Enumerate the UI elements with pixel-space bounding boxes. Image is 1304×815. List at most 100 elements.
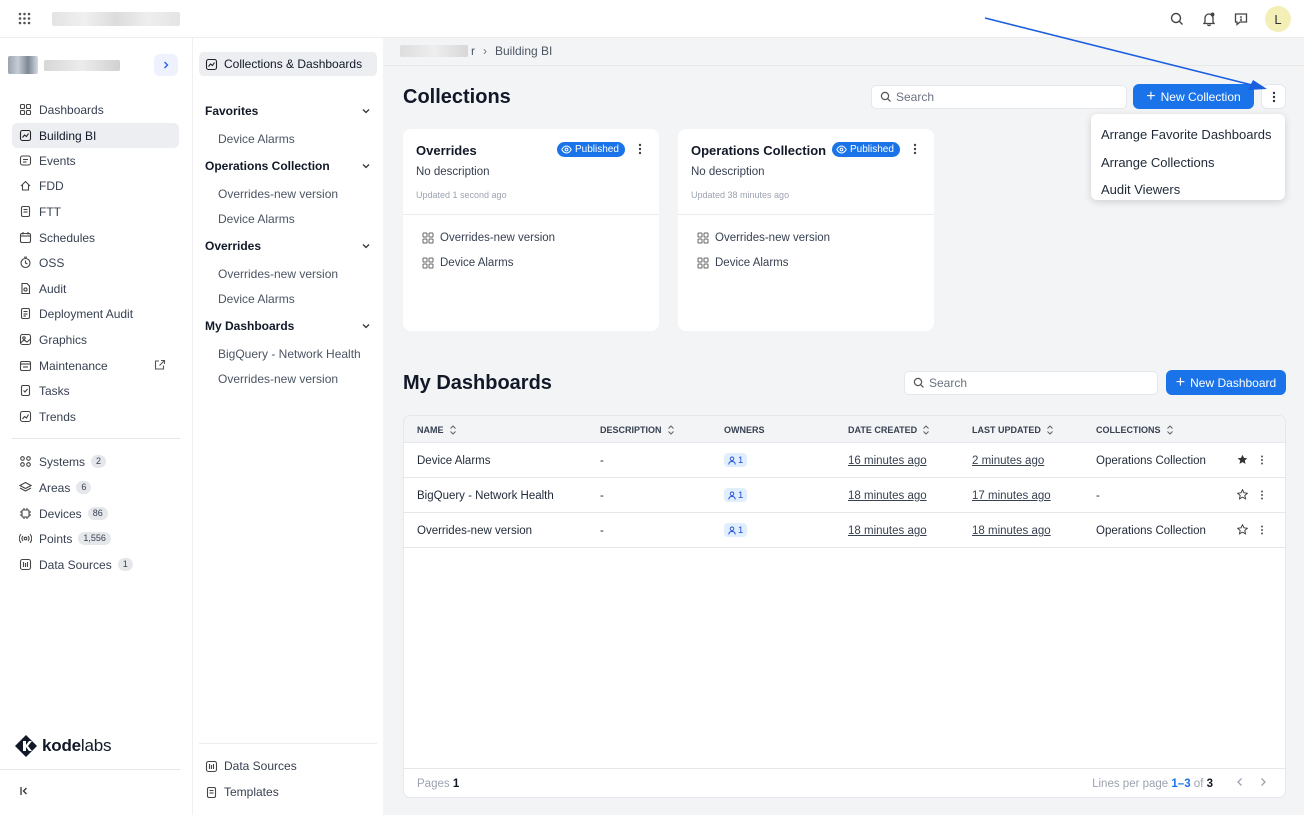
sort-icon[interactable] [1166, 425, 1174, 435]
chevron-down-icon[interactable] [361, 321, 371, 331]
menu-item-arrange-collections[interactable]: Arrange Collections [1091, 149, 1285, 177]
collapse-sidebar-icon[interactable] [18, 785, 30, 797]
panel-link-data-sources[interactable]: Data Sources [205, 759, 297, 773]
owners-badge[interactable]: 1 [724, 523, 748, 537]
card-kebab-menu-icon[interactable] [638, 143, 642, 155]
cell-date-created[interactable]: 18 minutes ago [848, 490, 927, 502]
column-header-description[interactable]: DESCRIPTION [600, 425, 675, 435]
cell-last-updated[interactable]: 2 minutes ago [972, 455, 1044, 467]
sort-icon[interactable] [1046, 425, 1054, 435]
breadcrumb-parent[interactable]: r [471, 44, 475, 58]
sort-icon[interactable] [449, 425, 457, 435]
cell-name[interactable]: Device Alarms [417, 455, 491, 467]
card-kebab-menu-icon[interactable] [913, 143, 917, 155]
chevron-right-icon[interactable] [154, 54, 178, 76]
column-header-last-updated[interactable]: LAST UPDATED [972, 425, 1054, 435]
sidebar-item-maintenance[interactable]: Maintenance [12, 353, 179, 378]
sidebar-item-ftt[interactable]: FTT [12, 199, 179, 224]
sidebar-item-areas[interactable]: Areas 6 [12, 475, 179, 500]
cell-date-created[interactable]: 18 minutes ago [848, 525, 927, 537]
star-filled-icon[interactable] [1237, 454, 1248, 465]
collection-card[interactable]: Operations Collection Published No descr… [678, 129, 934, 331]
sidebar-item-events[interactable]: Events [12, 148, 179, 173]
app-title-redacted [52, 12, 180, 26]
menu-item-arrange-favorite-dashboards[interactable]: Arrange Favorite Dashboards [1091, 121, 1285, 149]
menu-item-audit-viewers[interactable]: Audit Viewers [1091, 176, 1285, 204]
cell-date-created[interactable]: 16 minutes ago [848, 455, 927, 467]
sidebar-item-tasks[interactable]: Tasks [12, 378, 179, 403]
column-header-name[interactable]: NAME [417, 425, 457, 435]
panel-item-bigquery-network-health[interactable]: BigQuery - Network Health [218, 347, 361, 361]
dashboards-search[interactable] [904, 371, 1158, 395]
new-dashboard-button[interactable]: + New Dashboard [1166, 370, 1286, 395]
cell-name[interactable]: BigQuery - Network Health [417, 490, 554, 502]
section-overrides[interactable]: Overrides [205, 236, 371, 256]
row-kebab-menu-icon[interactable] [1260, 525, 1264, 535]
app-grid-icon[interactable] [18, 12, 31, 25]
search-icon[interactable] [1169, 11, 1185, 27]
sidebar-item-graphics[interactable]: Graphics [12, 327, 179, 352]
user-avatar[interactable]: L [1265, 6, 1291, 32]
chevron-left-icon[interactable] [1236, 777, 1244, 787]
sidebar-item-building-bi[interactable]: Building BI [12, 123, 179, 148]
panel-item-device-alarms[interactable]: Device Alarms [218, 292, 295, 306]
star-outline-icon[interactable] [1237, 489, 1248, 500]
panel-item-device-alarms[interactable]: Device Alarms [218, 212, 295, 226]
notification-bell-icon[interactable] [1201, 11, 1217, 27]
organization-logo-redacted [8, 56, 38, 74]
panel-item-device-alarms[interactable]: Device Alarms [218, 132, 295, 146]
sidebar-item-deployment-audit[interactable]: Deployment Audit [12, 301, 179, 326]
sidebar-item-audit[interactable]: Audit [12, 276, 179, 301]
star-outline-icon[interactable] [1237, 524, 1248, 535]
sort-icon[interactable] [667, 425, 675, 435]
collection-dashboard-item[interactable]: Device Alarms [422, 257, 514, 269]
sidebar-item-points[interactable]: Points 1,556 [12, 526, 179, 551]
panel-item-overrides-new-version[interactable]: Overrides-new version [218, 372, 338, 386]
section-operations-collection[interactable]: Operations Collection [205, 156, 371, 176]
sidebar-item-systems[interactable]: Systems 2 [12, 449, 179, 474]
external-link-icon[interactable] [154, 359, 166, 371]
sidebar-item-data-sources[interactable]: Data Sources 1 [12, 552, 179, 577]
panel-link-templates[interactable]: Templates [205, 785, 279, 799]
owners-badge[interactable]: 1 [724, 453, 748, 467]
cell-last-updated[interactable]: 17 minutes ago [972, 490, 1051, 502]
lines-per-page[interactable]: Lines per page 1–3 of 3 [1092, 778, 1213, 790]
collections-search-input[interactable] [896, 90, 1096, 104]
table-row[interactable]: Device Alarms - 1 16 minutes ago 2 minut… [404, 443, 1285, 478]
cell-name[interactable]: Overrides-new version [417, 525, 532, 537]
collection-dashboard-item[interactable]: Overrides-new version [697, 232, 830, 244]
more-options-button[interactable] [1261, 84, 1286, 109]
sidebar-item-schedules[interactable]: Schedules [12, 225, 179, 250]
sidebar-item-devices[interactable]: Devices 86 [12, 501, 179, 526]
sidebar-item-dashboards[interactable]: Dashboards [12, 97, 179, 122]
sidebar-item-trends[interactable]: Trends [12, 404, 179, 429]
section-favorites[interactable]: Favorites [205, 101, 371, 121]
collection-card[interactable]: Overrides Published No description Updat… [403, 129, 659, 331]
owners-badge[interactable]: 1 [724, 488, 748, 502]
chevron-down-icon[interactable] [361, 241, 371, 251]
panel-item-overrides-new-version[interactable]: Overrides-new version [218, 267, 338, 281]
sidebar-item-fdd[interactable]: FDD [12, 173, 179, 198]
cell-last-updated[interactable]: 18 minutes ago [972, 525, 1051, 537]
table-row[interactable]: Overrides-new version - 1 18 minutes ago… [404, 513, 1285, 548]
chevron-right-icon[interactable] [1259, 777, 1267, 787]
column-header-collections[interactable]: COLLECTIONS [1096, 425, 1174, 435]
row-kebab-menu-icon[interactable] [1260, 490, 1264, 500]
collection-dashboard-item[interactable]: Device Alarms [697, 257, 789, 269]
collections-dashboards-header[interactable]: Collections & Dashboards [199, 52, 377, 76]
organization-switcher[interactable] [8, 54, 180, 76]
row-kebab-menu-icon[interactable] [1260, 455, 1264, 465]
chevron-down-icon[interactable] [361, 161, 371, 171]
chevron-down-icon[interactable] [361, 106, 371, 116]
panel-item-overrides-new-version[interactable]: Overrides-new version [218, 187, 338, 201]
sort-icon[interactable] [922, 425, 930, 435]
new-collection-button[interactable]: + New Collection [1133, 84, 1254, 109]
dashboards-search-input[interactable] [929, 376, 1129, 390]
table-row[interactable]: BigQuery - Network Health - 1 18 minutes… [404, 478, 1285, 513]
collection-dashboard-item[interactable]: Overrides-new version [422, 232, 555, 244]
sidebar-item-oss[interactable]: OSS [12, 250, 179, 275]
feedback-chat-icon[interactable] [1233, 11, 1249, 27]
section-my-dashboards[interactable]: My Dashboards [205, 316, 371, 336]
column-header-date-created[interactable]: DATE CREATED [848, 425, 930, 435]
collections-search[interactable] [871, 85, 1127, 109]
